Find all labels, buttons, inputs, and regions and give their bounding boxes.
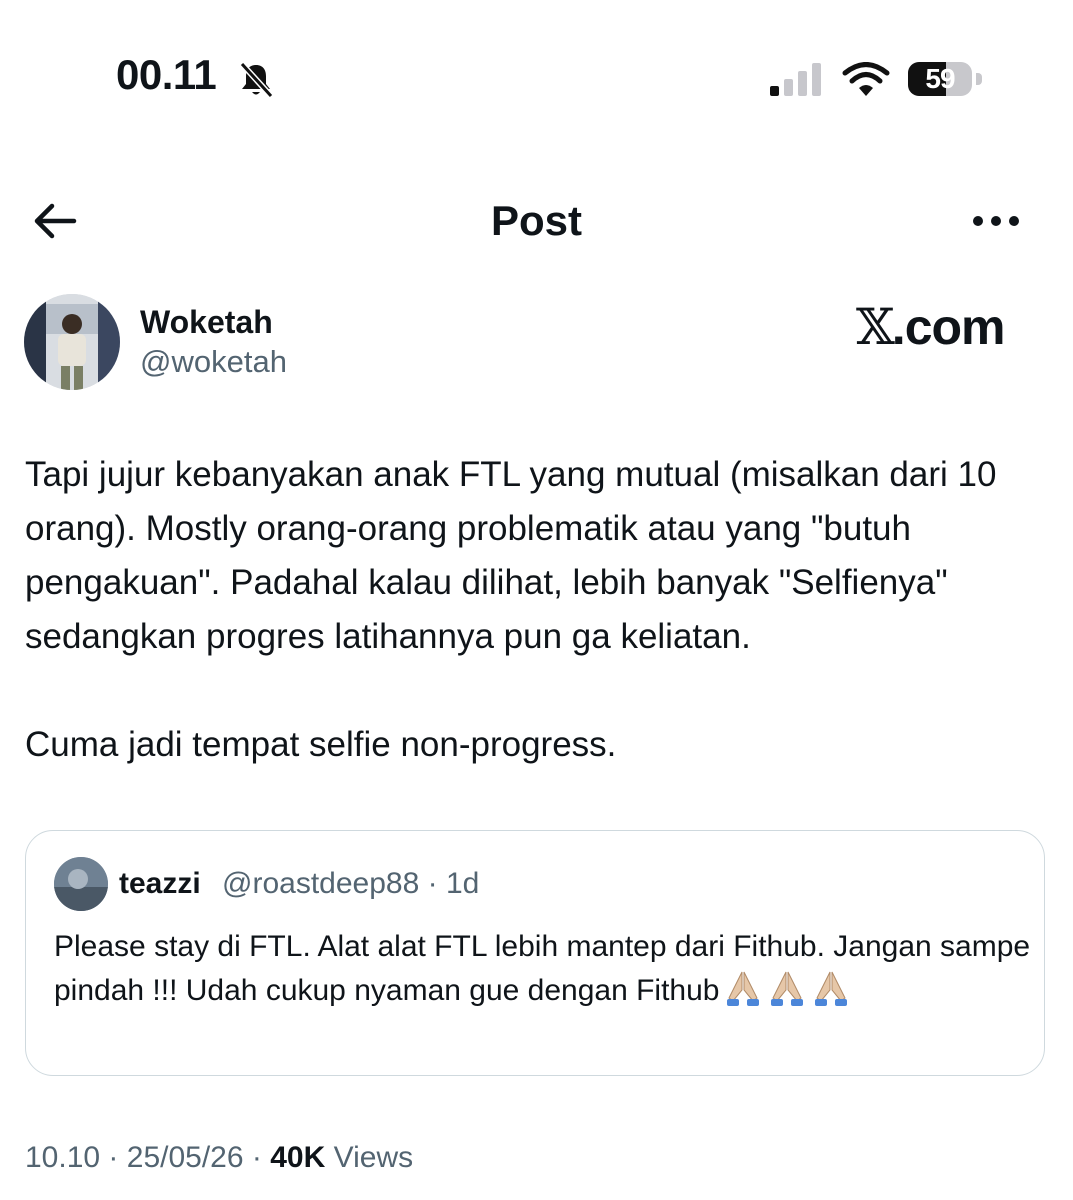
quote-avatar[interactable] bbox=[54, 857, 108, 911]
quote-text-block: Please stay di FTL. Alat alat FTL lebih … bbox=[54, 925, 1034, 1012]
post-date: 25/05/26 bbox=[126, 1141, 244, 1174]
quote-author-handle[interactable]: @roastdeep88 bbox=[222, 867, 419, 900]
views-count: 40K bbox=[270, 1141, 326, 1174]
more-horizontal-icon[interactable] bbox=[966, 200, 1026, 242]
status-time: 00.11 bbox=[116, 51, 217, 98]
battery-icon: 59 bbox=[908, 62, 988, 98]
folded-hands-icon bbox=[727, 971, 760, 1006]
quote-text: Please stay di FTL. Alat alat FTL lebih … bbox=[54, 930, 1031, 1007]
post-text: Tapi jujur kebanyakan anak FTL yang mutu… bbox=[25, 448, 1055, 772]
quoted-post[interactable]: teazzi @roastdeep88 · 1d Please stay di … bbox=[25, 830, 1045, 1076]
folded-hands-icon bbox=[771, 971, 804, 1006]
author-handle[interactable]: @woketah bbox=[140, 344, 287, 380]
post-metadata: 10.10 · 25/05/26 · 40K Views bbox=[25, 1140, 413, 1176]
metadata-separator: · bbox=[108, 1141, 119, 1174]
wifi-icon bbox=[842, 62, 890, 96]
battery-percent: 59 bbox=[925, 63, 955, 94]
bell-slash-icon bbox=[239, 61, 274, 99]
quote-meta: @roastdeep88 · 1d bbox=[222, 867, 479, 901]
author-name[interactable]: Woketah bbox=[140, 304, 273, 340]
views-label[interactable]: Views bbox=[334, 1141, 413, 1174]
post-time: 10.10 bbox=[25, 1141, 101, 1174]
cellular-signal-icon bbox=[770, 63, 821, 96]
page-title: Post bbox=[490, 197, 582, 244]
quote-separator: · bbox=[427, 867, 438, 900]
x-logo: 𝕏 bbox=[856, 298, 895, 356]
quote-author-name[interactable]: teazzi bbox=[119, 867, 201, 901]
metadata-separator: · bbox=[251, 1141, 262, 1174]
post-paragraph: Cuma jadi tempat selfie non-progress. bbox=[25, 725, 617, 764]
folded-hands-icon bbox=[815, 971, 848, 1006]
post-paragraph: Tapi jujur kebanyakan anak FTL yang mutu… bbox=[25, 455, 997, 656]
brand-domain: .com bbox=[891, 299, 1006, 355]
x-com-watermark: 𝕏.com bbox=[856, 300, 1005, 354]
avatar[interactable] bbox=[24, 294, 120, 390]
quote-age: 1d bbox=[445, 867, 480, 900]
